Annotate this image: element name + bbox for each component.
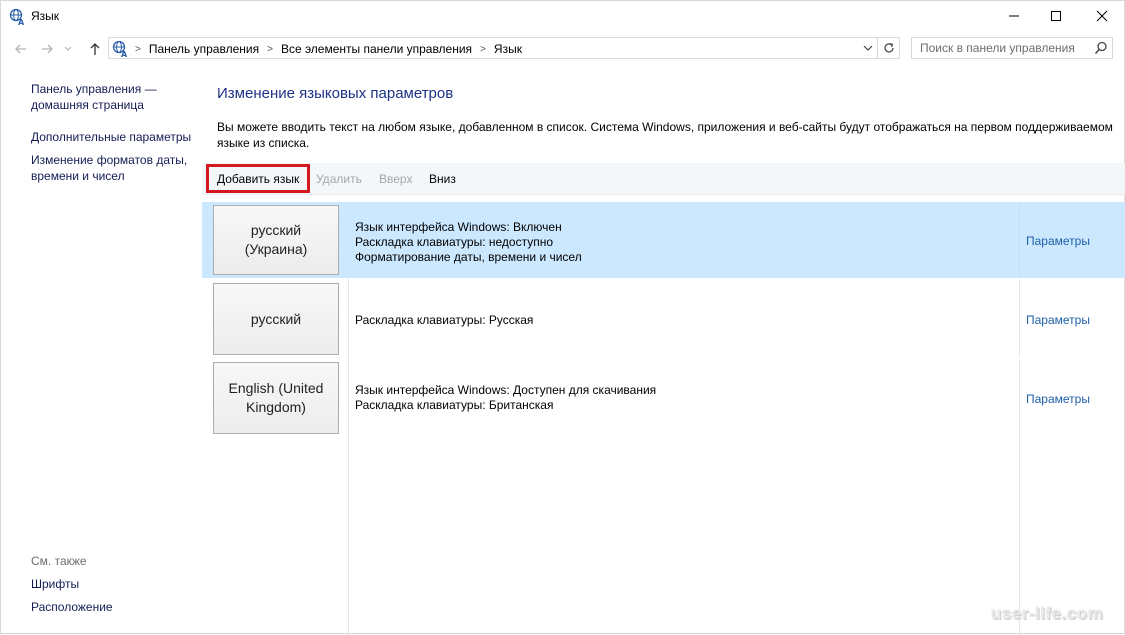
row-separator (1019, 202, 1020, 278)
address-bar[interactable]: A > Панель управления > Все элементы пан… (108, 37, 878, 59)
language-tile[interactable]: English (United Kingdom) (213, 362, 339, 434)
title-bar: A Язык (1, 1, 1125, 33)
search-box[interactable] (911, 37, 1113, 59)
search-input[interactable] (912, 38, 1092, 58)
language-list: русский (Украина) Язык интерфейса Window… (202, 197, 1125, 635)
sidebar-link-fonts[interactable]: Шрифты (31, 576, 79, 592)
info-line: Язык интерфейса Windows: Включен (355, 220, 562, 234)
description-line: Вы можете вводить текст на любом языке, … (217, 120, 1113, 134)
sidebar-link-label: домашняя страница (31, 98, 144, 112)
row-separator (1019, 361, 1020, 635)
sidebar-link-home[interactable]: Панель управления — домашняя страница (31, 81, 157, 113)
move-up-button[interactable]: Вверх (379, 163, 412, 194)
chevron-down-icon (64, 46, 72, 51)
breadcrumb-item[interactable]: Панель управления (149, 42, 259, 56)
language-name: Kingdom) (246, 399, 306, 415)
info-line: Раскладка клавиатуры: Британская (355, 398, 554, 412)
breadcrumb-separator-icon[interactable]: > (267, 44, 273, 55)
sidebar-link-label: Панель управления — (31, 82, 157, 96)
arrow-left-icon (15, 44, 26, 54)
sidebar-link-location[interactable]: Расположение (31, 599, 113, 615)
breadcrumb: > Панель управления > Все элементы панел… (135, 42, 522, 56)
minimize-icon (1009, 15, 1019, 17)
language-info: Раскладка клавиатуры: Русская (355, 313, 533, 328)
close-button[interactable] (1079, 1, 1125, 31)
page-title: Изменение языковых параметров (217, 85, 454, 102)
refresh-button[interactable] (878, 37, 900, 59)
search-icon[interactable] (1094, 41, 1108, 55)
see-also-heading: См. также (31, 554, 87, 568)
language-name: English (United (228, 380, 324, 396)
refresh-icon (883, 42, 894, 53)
language-row-en-gb[interactable]: English (United Kingdom) Язык интерфейса… (202, 361, 1125, 635)
language-toolbar: Добавить язык Удалить Вверх Вниз (202, 163, 1125, 195)
language-options-link[interactable]: Параметры (1026, 392, 1090, 406)
navigation-bar: A > Панель управления > Все элементы пан… (1, 36, 1125, 62)
up-button[interactable] (85, 39, 105, 59)
add-language-button[interactable]: Добавить язык (206, 164, 311, 193)
description-line: языке из списка. (217, 136, 310, 150)
maximize-icon (1051, 11, 1061, 21)
minimize-button[interactable] (991, 1, 1037, 31)
language-name: русский (250, 310, 302, 327)
arrow-up-icon (90, 43, 100, 55)
move-down-button[interactable]: Вниз (429, 163, 456, 194)
language-options-link[interactable]: Параметры (1026, 313, 1090, 327)
language-info: Язык интерфейса Windows: Включен Расклад… (355, 220, 582, 265)
maximize-button[interactable] (1033, 1, 1079, 31)
info-line: Раскладка клавиатуры: недоступно (355, 235, 554, 249)
arrow-right-icon (42, 44, 53, 54)
language-tile[interactable]: русский (213, 283, 339, 355)
forward-button[interactable] (37, 39, 57, 59)
chevron-down-icon[interactable] (861, 41, 875, 55)
language-icon: A (9, 8, 27, 27)
close-icon (1096, 10, 1108, 22)
breadcrumb-separator-icon: > (135, 43, 141, 55)
svg-text:A: A (18, 18, 25, 26)
info-line: Язык интерфейса Windows: Доступен для ск… (355, 383, 657, 397)
info-line: Форматирование даты, времени и чисел (355, 250, 582, 264)
page-description: Вы можете вводить текст на любом языке, … (217, 119, 1117, 151)
sidebar-link-label: времени и чисел (31, 169, 125, 183)
breadcrumb-item[interactable]: Все элементы панели управления (281, 42, 472, 56)
breadcrumb-item[interactable]: Язык (494, 42, 522, 56)
info-line: Раскладка клавиатуры: Русская (355, 313, 534, 327)
language-options-link[interactable]: Параметры (1026, 234, 1090, 248)
language-name: русский (250, 222, 302, 238)
control-panel-window: A Язык A > Панель управления > Все элеме… (0, 0, 1125, 635)
sidebar-link-label: Изменение форматов даты, (31, 153, 188, 167)
recent-locations-button[interactable] (61, 39, 75, 59)
language-row-ru[interactable]: русский Раскладка клавиатуры: Русская Па… (202, 281, 1125, 357)
watermark: user-life.com (991, 604, 1104, 623)
svg-text:A: A (121, 50, 128, 58)
remove-button[interactable]: Удалить (316, 163, 362, 194)
language-tile[interactable]: русский (Украина) (213, 205, 339, 275)
language-row-ru-ua[interactable]: русский (Украина) Язык интерфейса Window… (202, 202, 1125, 278)
back-button[interactable] (11, 39, 31, 59)
language-icon: A (112, 40, 128, 58)
window-title: Язык (31, 9, 60, 23)
language-info: Язык интерфейса Windows: Доступен для ск… (355, 383, 656, 413)
sidebar-link-advanced[interactable]: Дополнительные параметры (31, 129, 191, 145)
language-name: (Украина) (244, 241, 308, 257)
breadcrumb-separator-icon[interactable]: > (480, 44, 486, 55)
sidebar-link-formats[interactable]: Изменение форматов даты, времени и чисел (31, 152, 187, 184)
row-separator (1019, 281, 1020, 357)
